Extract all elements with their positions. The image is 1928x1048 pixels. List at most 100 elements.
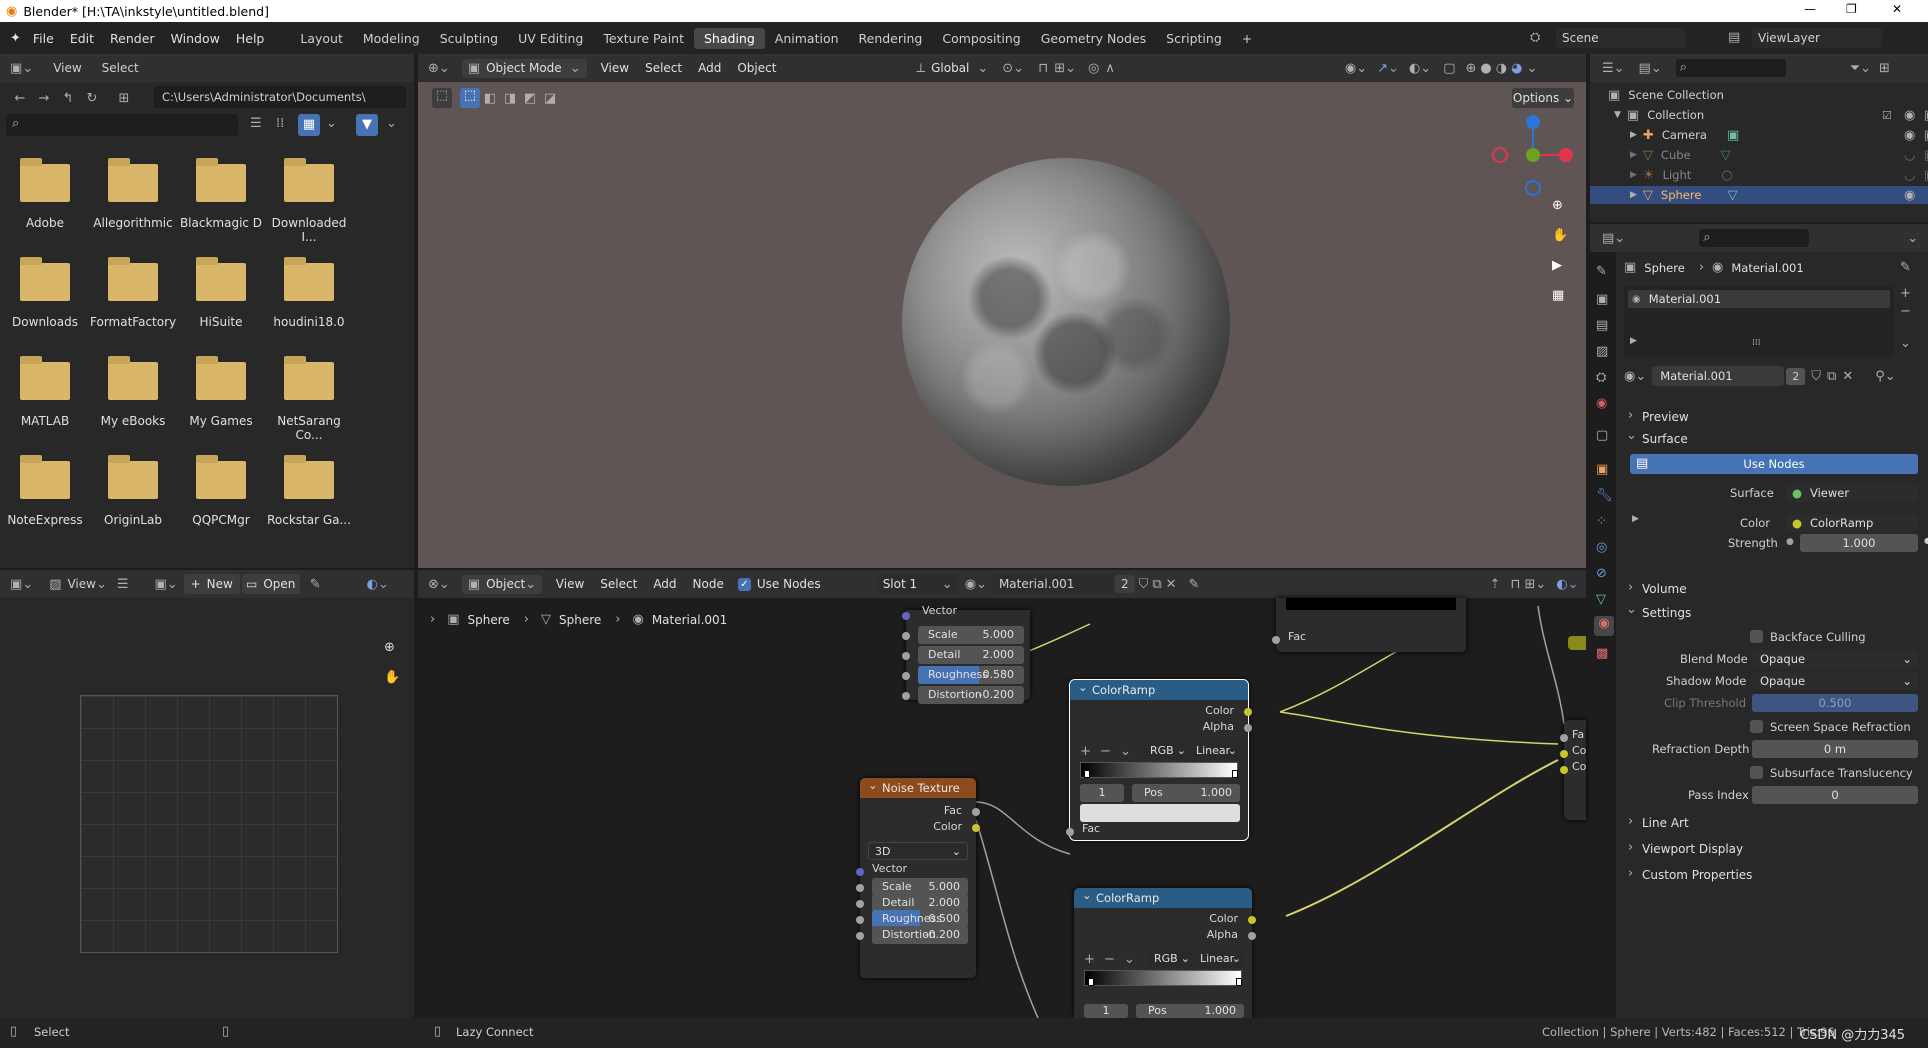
alpha-output-socket[interactable] bbox=[1244, 724, 1252, 732]
distortion-field[interactable]: Distortion -0.200 bbox=[918, 686, 1024, 704]
tab-shading[interactable]: Shading bbox=[694, 27, 765, 49]
material-browse-icon[interactable]: ◉⌄ bbox=[1624, 369, 1646, 384]
camera-render-icon[interactable]: ▣ bbox=[1924, 108, 1928, 123]
scene-tab-icon[interactable]: ⛭ bbox=[1596, 370, 1606, 385]
expand-arrow-icon[interactable]: ▶ bbox=[1632, 514, 1639, 524]
input-socket-color1[interactable] bbox=[1560, 750, 1568, 758]
options-button[interactable]: Options ⌄ bbox=[1512, 88, 1574, 108]
expand-arrow-icon[interactable]: ▶ bbox=[1630, 150, 1637, 160]
vector-socket[interactable] bbox=[902, 612, 910, 620]
fac-input-socket[interactable] bbox=[1066, 828, 1074, 836]
section-custom-properties[interactable]: Custom Properties bbox=[1642, 868, 1752, 882]
keyframe-dot-icon[interactable]: ● bbox=[1924, 536, 1928, 545]
pin-icon[interactable]: ✎ bbox=[1900, 260, 1911, 275]
folder-item[interactable]: NetSarang Co... bbox=[266, 356, 352, 442]
view-mode-icon[interactable]: ▨ bbox=[49, 577, 61, 592]
input-socket-color2[interactable] bbox=[1560, 766, 1568, 774]
new-collection-icon[interactable]: ⊞ bbox=[1879, 61, 1890, 76]
folder-item[interactable]: houdini18.0 bbox=[266, 257, 352, 329]
pass-index-field[interactable]: 0 bbox=[1752, 786, 1918, 804]
expand-arrow-icon[interactable]: ▶ bbox=[1630, 190, 1637, 200]
section-volume[interactable]: Volume bbox=[1642, 582, 1687, 596]
menu-view[interactable]: View bbox=[53, 61, 81, 75]
tab-uv-editing[interactable]: UV Editing bbox=[508, 31, 593, 46]
fac-socket[interactable] bbox=[1272, 636, 1280, 644]
add-stop-icon[interactable]: + bbox=[1084, 952, 1095, 967]
add-stop-icon[interactable]: + bbox=[1080, 744, 1091, 759]
camera-render-icon[interactable]: ▣ bbox=[1924, 128, 1928, 143]
folder-item[interactable]: OriginLab bbox=[90, 455, 176, 527]
slot-menu-icon[interactable]: ⌄ bbox=[1900, 336, 1911, 351]
sphere-object[interactable] bbox=[902, 158, 1230, 486]
view-layer-selector[interactable]: ViewLayer bbox=[1752, 28, 1882, 48]
proportional-edit-icon[interactable]: ◎ bbox=[1088, 61, 1099, 76]
colorramp-header[interactable]: ColorRamp bbox=[1070, 677, 1248, 700]
eye-icon[interactable]: ◉ bbox=[1904, 188, 1915, 203]
clip-threshold-field[interactable]: 0.500 bbox=[1752, 694, 1918, 712]
wireframe-shading-icon[interactable]: ⊕ bbox=[1466, 61, 1477, 76]
outliner-item-sphere[interactable]: ▶ ▽ Sphere ▽ ◉ ▣ bbox=[1590, 186, 1928, 204]
refraction-depth-field[interactable]: 0 m bbox=[1752, 740, 1918, 758]
camera-render-icon[interactable]: ▣ bbox=[1924, 168, 1928, 183]
outliner-item-cube[interactable]: ▶ ▽ Cube ▽ ◡ ▣ bbox=[1630, 146, 1928, 164]
transform-orientation-dropdown[interactable]: Global bbox=[931, 61, 969, 75]
section-surface[interactable]: Surface bbox=[1642, 432, 1688, 446]
data-tab-icon[interactable]: ▽ bbox=[1596, 592, 1606, 607]
editor-type-icon[interactable]: ⊕⌄ bbox=[428, 61, 450, 76]
remove-stop-icon[interactable]: − bbox=[1100, 744, 1111, 759]
constraints-tab-icon[interactable]: ⊘ bbox=[1596, 566, 1607, 581]
tool-tab-icon[interactable]: ✎ bbox=[1596, 264, 1607, 279]
node-editor[interactable]: ⊗⌄ ▣ Object ⌄ View Select Add Node ✓ Use… bbox=[418, 570, 1586, 1018]
forward-icon[interactable]: → bbox=[32, 91, 56, 106]
eye-icon[interactable]: ◉ bbox=[1904, 128, 1915, 143]
navigation-gizmo[interactable] bbox=[1488, 110, 1578, 200]
ramp-stop-left[interactable] bbox=[1088, 978, 1094, 986]
back-icon[interactable]: ← bbox=[8, 91, 32, 106]
ramp-menu-icon[interactable]: ⌄ bbox=[1120, 744, 1131, 759]
editor-type-icon[interactable]: ▤⌄ bbox=[1602, 231, 1625, 246]
search-field[interactable]: ⌕ bbox=[6, 114, 238, 136]
expand-arrow-icon[interactable]: ▼ bbox=[1614, 110, 1621, 120]
color-output-socket[interactable] bbox=[1248, 916, 1256, 924]
color-mode-dropdown[interactable]: RGB ⌄ bbox=[1148, 950, 1194, 968]
duplicate-icon[interactable]: ⧉ bbox=[1827, 369, 1836, 384]
blender-menu-icon[interactable]: ✦ bbox=[10, 31, 21, 46]
select-subtract-icon[interactable]: ◨ bbox=[500, 91, 520, 106]
tab-rendering[interactable]: Rendering bbox=[849, 31, 933, 46]
colorramp-header[interactable]: ColorRamp bbox=[1074, 885, 1252, 908]
node-tree-icon[interactable]: ⚲⌄ bbox=[1875, 369, 1895, 384]
material-slot-row[interactable]: ◉ Material.001 bbox=[1628, 290, 1890, 308]
menu-render[interactable]: Render bbox=[102, 31, 163, 46]
render-tab-icon[interactable]: ▣ bbox=[1596, 292, 1608, 307]
expand-arrow-icon[interactable]: ▶ bbox=[1630, 170, 1637, 180]
chevron-down-icon[interactable]: ⌄ bbox=[1907, 231, 1918, 246]
detail-socket[interactable] bbox=[902, 652, 910, 660]
checkbox-icon[interactable]: ☑ bbox=[1882, 109, 1892, 122]
colorramp-node-2[interactable]: ColorRamp Color Alpha + − ⌄ RGB⌄ Linear⌄… bbox=[1074, 885, 1256, 1018]
image-browse-icon[interactable]: ▣⌄ bbox=[155, 577, 178, 592]
vector-input-socket[interactable] bbox=[856, 868, 864, 876]
texture-tab-icon[interactable]: ▩ bbox=[1596, 646, 1608, 661]
add-workspace-button[interactable]: + bbox=[1232, 31, 1262, 46]
menu-help[interactable]: Help bbox=[228, 31, 273, 46]
section-line-art[interactable]: Line Art bbox=[1642, 816, 1689, 830]
object-mode-dropdown[interactable]: ▣ Object Mode ⌄ bbox=[461, 58, 587, 78]
menu-file[interactable]: File bbox=[25, 31, 62, 46]
remove-slot-icon[interactable]: − bbox=[1900, 304, 1911, 319]
distortion-field[interactable]: Distortion -0.200 bbox=[872, 926, 968, 944]
colorramp-node-1[interactable]: ColorRamp Color Alpha + − ⌄ RGB⌄ Linear⌄… bbox=[1066, 677, 1252, 841]
stop-pos-field[interactable]: Pos 1.000 bbox=[1132, 784, 1240, 802]
resize-handle-icon[interactable]: ⁞⁞⁞ bbox=[1752, 338, 1761, 348]
properties-search-field[interactable]: ⌕ bbox=[1699, 229, 1810, 247]
path-field[interactable]: C:\Users\Administrator\Documents\ bbox=[154, 86, 406, 108]
tab-scripting[interactable]: Scripting bbox=[1156, 31, 1232, 46]
stop-color-swatch[interactable] bbox=[1080, 804, 1240, 822]
camera-view-icon[interactable]: ▶ bbox=[1552, 258, 1562, 273]
roughness-socket[interactable] bbox=[902, 672, 910, 680]
add-slot-icon[interactable]: + bbox=[1900, 286, 1911, 301]
refresh-icon[interactable]: ↻ bbox=[80, 91, 104, 106]
shading-options-icon[interactable]: ⌄ bbox=[1526, 61, 1537, 76]
collection-tab-icon[interactable]: ▢ bbox=[1596, 428, 1608, 443]
noise-node-top[interactable]: Vector Scale 5.000 Detail 2.000 Roughness 0… bbox=[902, 604, 1030, 704]
folder-item[interactable]: FormatFactory bbox=[90, 257, 176, 329]
